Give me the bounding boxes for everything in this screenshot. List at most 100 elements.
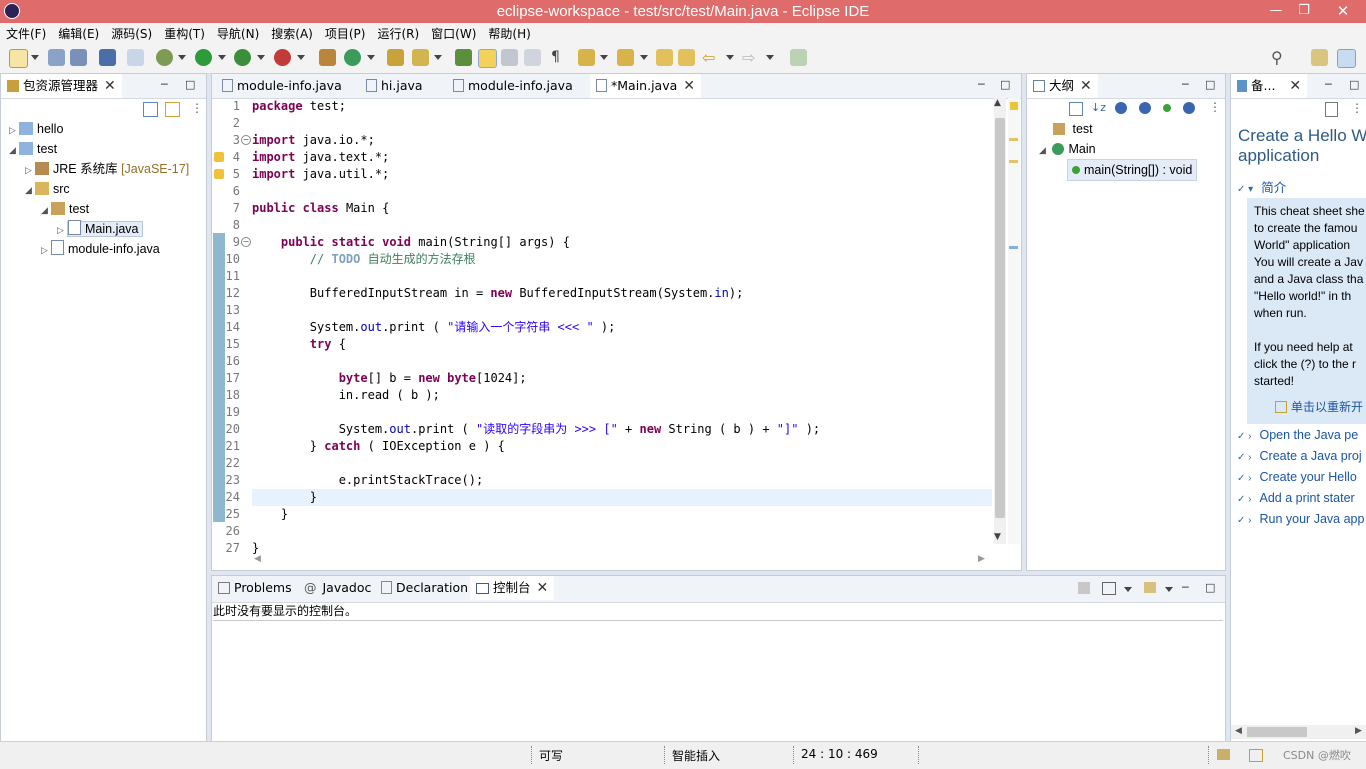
tab-declaration[interactable]: Declaration (375, 576, 474, 600)
last-edit-location-icon[interactable] (656, 49, 673, 66)
clear-console-icon[interactable] (1078, 582, 1090, 594)
display-console-icon[interactable] (1102, 582, 1116, 595)
hide-fields-icon[interactable] (1115, 102, 1127, 114)
skip-breakpoints-icon[interactable] (127, 49, 144, 66)
minimize-view-icon[interactable]: ─ (1325, 78, 1332, 91)
tab-main-java[interactable]: *Main.java ✕ (590, 74, 701, 98)
code-line[interactable]: } (252, 506, 288, 523)
maximize-view-icon[interactable]: □ (1349, 78, 1359, 91)
code-line[interactable]: // TODO 自动生成的方法存根 (252, 251, 476, 268)
debug-icon[interactable] (156, 49, 173, 66)
fold-toggle-icon[interactable]: − (241, 237, 251, 247)
menu-refactor[interactable]: 重构(T) (158, 23, 211, 44)
minimize-editor-icon[interactable]: ─ (978, 78, 985, 91)
cheatsheet-step-5[interactable]: ✓ › Run your Java app (1237, 512, 1364, 526)
tree-item-test-project[interactable]: ◢ test (9, 139, 57, 159)
cheatsheet-step-3[interactable]: ✓ › Create your Hello (1237, 470, 1357, 484)
tab-package-explorer[interactable]: 包资源管理器 ✕ (1, 74, 122, 98)
close-tab-icon[interactable]: ✕ (537, 580, 549, 596)
cheatsheet-toolbar-icon[interactable] (1325, 102, 1338, 117)
word-wrap-icon[interactable] (524, 49, 541, 66)
tab-outline[interactable]: 大纲 ✕ (1027, 74, 1098, 98)
tree-item-src[interactable]: ◢ src (25, 179, 70, 199)
open-type-icon[interactable] (387, 49, 404, 66)
code-line[interactable]: in.read ( b ); (252, 387, 440, 404)
tree-item-main-java[interactable]: ▷ Main.java (57, 219, 143, 239)
code-line[interactable]: try { (252, 336, 346, 353)
editor-vertical-scrollbar[interactable]: ▲ ▼ (994, 98, 1006, 544)
cheatsheet-intro-header[interactable]: ✓ ▾ 简介 (1237, 177, 1286, 196)
maximize-view-icon[interactable]: □ (185, 78, 195, 91)
menu-source[interactable]: 源码(S) (105, 23, 158, 44)
code-line[interactable]: import java.io.*; (252, 132, 375, 149)
code-line[interactable]: BufferedInputStream in = new BufferedInp… (252, 285, 744, 302)
back-icon[interactable]: ⇦ (702, 49, 719, 66)
menu-help[interactable]: 帮助(H) (482, 23, 536, 44)
forward-history-icon[interactable] (678, 49, 695, 66)
sort-icon[interactable]: ↓z (1091, 101, 1106, 114)
minimize-view-icon[interactable]: ─ (1182, 581, 1189, 594)
block-selection-icon[interactable] (501, 49, 518, 66)
code-line[interactable]: System.out.print ( "读取的字段串为 >>> [" + new… (252, 421, 820, 438)
new-class-icon[interactable] (344, 49, 361, 66)
warning-icon[interactable] (214, 169, 224, 179)
code-line[interactable]: byte[] b = new byte[1024]; (252, 370, 527, 387)
menu-edit[interactable]: 编辑(E) (52, 23, 105, 44)
close-tab-icon[interactable]: ✕ (104, 78, 116, 94)
hide-static-icon[interactable] (1139, 102, 1151, 114)
tab-hi-java[interactable]: hi.java (360, 74, 429, 98)
search-icon[interactable]: ⚲ (1271, 49, 1288, 66)
code-line[interactable]: } (252, 489, 317, 506)
new-java-project-icon[interactable] (319, 49, 336, 66)
code-line[interactable]: System.out.print ( "请输入一个字符串 <<< " ); (252, 319, 616, 336)
code-line[interactable]: package test; (252, 98, 346, 115)
cheatsheet-step-2[interactable]: ✓ › Create a Java proj (1237, 449, 1362, 463)
tree-item-jre-library[interactable]: ▷ JRE 系统库 [JavaSE-17] (25, 159, 189, 179)
cheatsheet-horizontal-scrollbar[interactable]: ◀ ▶ (1231, 725, 1366, 739)
scroll-thumb[interactable] (995, 118, 1005, 518)
hide-local-types-icon[interactable] (1183, 102, 1195, 114)
editor-horizontal-scrollbar[interactable]: ◀ ▶ (252, 554, 992, 566)
previous-annotation-icon[interactable] (617, 49, 634, 66)
menu-file[interactable]: 文件(F) (0, 23, 52, 44)
view-menu-icon[interactable]: ⋮ (1209, 100, 1221, 114)
restart-link[interactable]: 单击以重新开 (1275, 398, 1363, 415)
tab-console[interactable]: 控制台 ✕ (470, 576, 555, 600)
tab-module-info-2[interactable]: module-info.java (447, 74, 579, 98)
close-tab-icon[interactable]: ✕ (1080, 78, 1092, 94)
warning-icon[interactable] (214, 152, 224, 162)
maximize-view-icon[interactable]: □ (1205, 78, 1215, 91)
open-terminal-icon[interactable] (99, 49, 116, 66)
code-line[interactable]: public class Main { (252, 200, 389, 217)
tips-icon[interactable] (1249, 749, 1263, 762)
close-tab-icon[interactable]: ✕ (683, 78, 695, 94)
code-line[interactable]: import java.util.*; (252, 166, 389, 183)
cheatsheet-step-1[interactable]: ✓ › Open the Java pe (1237, 428, 1358, 442)
coverage-icon[interactable] (234, 49, 251, 66)
new-icon[interactable] (9, 49, 28, 68)
outline-item-method[interactable]: main(String[]) : void (1067, 159, 1198, 181)
outline-item-class[interactable]: ◢ Main (1039, 139, 1096, 159)
open-perspective-icon[interactable] (1311, 49, 1328, 66)
maximize-view-icon[interactable]: □ (1205, 581, 1215, 594)
minimize-view-icon[interactable]: ─ (161, 78, 168, 91)
outline-item-package[interactable]: test (1053, 119, 1093, 139)
scroll-thumb[interactable] (1247, 727, 1307, 737)
code-line[interactable]: e.printStackTrace(); (252, 472, 484, 489)
menu-project[interactable]: 项目(P) (319, 23, 372, 44)
code-line[interactable]: import java.text.*; (252, 149, 389, 166)
link-with-editor-icon[interactable] (165, 102, 180, 117)
tree-item-test-package[interactable]: ◢ test (41, 199, 89, 219)
forward-icon[interactable]: ⇨ (742, 49, 759, 66)
save-all-icon[interactable] (70, 49, 87, 66)
pin-editor-icon[interactable] (790, 49, 807, 66)
tab-module-info-1[interactable]: module-info.java (216, 74, 348, 98)
run-icon[interactable] (195, 49, 212, 66)
fold-toggle-icon[interactable]: − (241, 135, 251, 145)
save-icon[interactable] (48, 49, 65, 66)
close-tab-icon[interactable]: ✕ (1289, 78, 1301, 94)
collapse-all-icon[interactable] (143, 102, 158, 117)
code-area[interactable]: package test; import java.io.*; import jav… (252, 98, 992, 558)
maximize-editor-icon[interactable]: □ (1000, 78, 1010, 91)
open-console-icon[interactable] (1144, 582, 1156, 593)
